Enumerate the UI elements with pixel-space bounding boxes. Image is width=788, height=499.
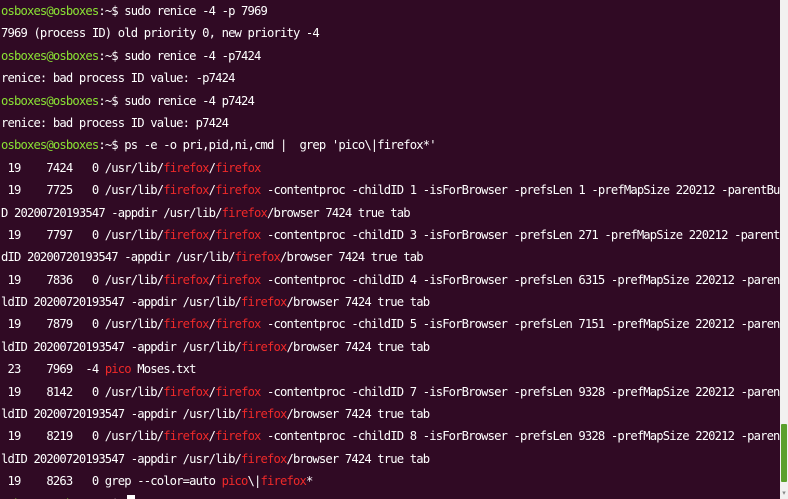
grep-match: firefox: [163, 317, 209, 332]
line-text: 23 7969 -4: [1, 362, 105, 377]
line-text: :~$ sudo renice -4 p7424: [98, 93, 255, 108]
terminal-line: 19 7879 0 /usr/lib/firefox/firefox -cont…: [1, 313, 780, 335]
line-text: -contentproc -childID 5 -isForBrowser -p…: [260, 317, 780, 332]
grep-match: firefox: [215, 227, 261, 242]
line-text: 19 7424 0 /usr/lib/: [1, 160, 164, 175]
terminal-line: 23 7969 -4 pico Moses.txt: [1, 358, 780, 380]
terminal-line: osboxes@osboxes:~$ sudo renice -4 -p 796…: [1, 0, 780, 22]
terminal-line: D 20200720193547 -appdir /usr/lib/firefo…: [1, 202, 780, 224]
line-text: 19 8219 0 /usr/lib/: [1, 429, 164, 444]
line-text: renice: bad process ID value: p7424: [1, 115, 229, 130]
terminal-line: 19 8142 0 /usr/lib/firefox/firefox -cont…: [1, 381, 780, 403]
line-text: 19 8142 0 /usr/lib/: [1, 384, 164, 399]
terminal-line: renice: bad process ID value: p7424: [1, 112, 780, 134]
line-text: 19 8263 0 grep --color=auto: [1, 474, 222, 489]
line-text: -contentproc -childID 8 -isForBrowser -p…: [260, 429, 780, 444]
grep-match: pico: [104, 362, 132, 377]
line-text: -contentproc -childID 7 -isForBrowser -p…: [260, 384, 780, 399]
line-text: D 20200720193547 -appdir /usr/lib/: [1, 205, 222, 220]
line-text: /browser 7424 true tab: [279, 250, 424, 265]
terminal-line: 19 8219 0 /usr/lib/firefox/firefox -cont…: [1, 425, 780, 447]
terminal-line: 19 8263 0 grep --color=auto pico\|firefo…: [1, 470, 780, 492]
terminal-line: osboxes@osboxes:~$ sudo renice -4 p7424: [1, 90, 780, 112]
line-text: 19 7797 0 /usr/lib/: [1, 227, 164, 242]
line-text: ldID 20200720193547 -appdir /usr/lib/: [1, 407, 242, 422]
line-text: ldID 20200720193547 -appdir /usr/lib/: [1, 295, 242, 310]
terminal-line: 7969 (process ID) old priority 0, new pr…: [1, 22, 780, 44]
grep-match: firefox: [241, 451, 287, 466]
terminal-line: osboxes@osboxes:~$ sudo renice -4 -p7424: [1, 45, 780, 67]
line-text: -contentproc -childID 1 -isForBrowser -p…: [260, 183, 780, 198]
grep-match: firefox: [215, 384, 261, 399]
grep-match: firefox: [163, 384, 209, 399]
line-text: ldID 20200720193547 -appdir /usr/lib/: [1, 451, 242, 466]
grep-match: firefox: [215, 272, 261, 287]
scroll-down-arrow-icon[interactable]: ▾: [780, 489, 788, 497]
grep-match: firefox: [163, 227, 209, 242]
grep-match: firefox: [241, 339, 287, 354]
line-text: /browser 7424 true tab: [286, 295, 430, 310]
line-text: 19 7879 0 /usr/lib/: [1, 317, 164, 332]
terminal-line: renice: bad process ID value: -p7424: [1, 67, 780, 89]
grep-match: firefox: [163, 429, 209, 444]
terminal-line: ldID 20200720193547 -appdir /usr/lib/fir…: [1, 336, 780, 358]
shell-prompt: osboxes@osboxes: [1, 4, 99, 18]
terminal-line: 19 7797 0 /usr/lib/firefox/firefox -cont…: [1, 224, 780, 246]
line-text: 7969 (process ID) old priority 0, new pr…: [1, 26, 320, 41]
grep-match: firefox: [215, 183, 261, 198]
grep-match: firefox: [221, 205, 268, 220]
line-text: /browser 7424 true tab: [286, 407, 430, 422]
line-text: 19 7725 0 /usr/lib/: [1, 183, 164, 198]
grep-match: firefox: [241, 407, 287, 422]
grep-match: firefox: [234, 250, 281, 265]
line-text: /browser 7424 true tab: [286, 451, 430, 466]
grep-match: firefox: [241, 295, 287, 310]
grep-match: firefox: [215, 429, 261, 444]
terminal-line: osboxes@osboxes:~$: [1, 493, 780, 499]
grep-match: firefox: [163, 160, 209, 175]
line-text: -contentproc -childID 4 -isForBrowser -p…: [260, 272, 780, 287]
line-text: renice: bad process ID value: -p7424: [1, 71, 235, 86]
terminal-line: ldID 20200720193547 -appdir /usr/lib/fir…: [1, 448, 780, 470]
terminal-output[interactable]: osboxes@osboxes:~$ sudo renice -4 -p 796…: [0, 0, 780, 499]
grep-match: firefox: [215, 160, 261, 175]
line-text: 19 7836 0 /usr/lib/: [1, 272, 164, 287]
line-text: Moses.txt: [130, 362, 196, 377]
shell-prompt: osboxes@osboxes: [1, 48, 99, 63]
terminal-line: dID 20200720193547 -appdir /usr/lib/fire…: [1, 246, 780, 268]
line-text: :~$ sudo renice -4 -p7424: [98, 48, 261, 63]
grep-match: firefox: [215, 317, 261, 332]
terminal-line: 19 7836 0 /usr/lib/firefox/firefox -cont…: [1, 269, 780, 291]
line-text: -contentproc -childID 3 -isForBrowser -p…: [260, 227, 780, 242]
line-text: :~$ sudo renice -4 -p 7969: [98, 4, 268, 18]
terminal-line: 19 7424 0 /usr/lib/firefox/firefox: [1, 157, 780, 179]
grep-match: pico: [221, 474, 249, 489]
terminal-line: osboxes@osboxes:~$ ps -e -o pri,pid,ni,c…: [1, 134, 780, 156]
line-text: :~$ ps -e -o pri,pid,ni,cmd | grep 'pico…: [98, 138, 436, 153]
line-text: /browser 7424 true tab: [286, 339, 430, 354]
vertical-scrollbar[interactable]: ▾: [780, 0, 788, 499]
grep-match: firefox: [260, 474, 307, 489]
grep-match: firefox: [163, 272, 209, 287]
terminal-line: 19 7725 0 /usr/lib/firefox/firefox -cont…: [1, 179, 780, 201]
line-text: /browser 7424 true tab: [267, 205, 411, 220]
text-cursor: [127, 494, 136, 499]
line-text: ldID 20200720193547 -appdir /usr/lib/: [1, 339, 242, 354]
scrollbar-thumb[interactable]: [781, 424, 787, 482]
line-text: dID 20200720193547 -appdir /usr/lib/: [1, 250, 235, 265]
shell-prompt: osboxes@osboxes: [1, 93, 99, 108]
grep-match: firefox: [163, 183, 209, 198]
terminal-line: ldID 20200720193547 -appdir /usr/lib/fir…: [1, 403, 780, 425]
line-text: *: [305, 474, 313, 489]
terminal-line: ldID 20200720193547 -appdir /usr/lib/fir…: [1, 291, 780, 313]
shell-prompt: osboxes@osboxes: [1, 138, 99, 153]
line-text: \|: [247, 474, 262, 489]
